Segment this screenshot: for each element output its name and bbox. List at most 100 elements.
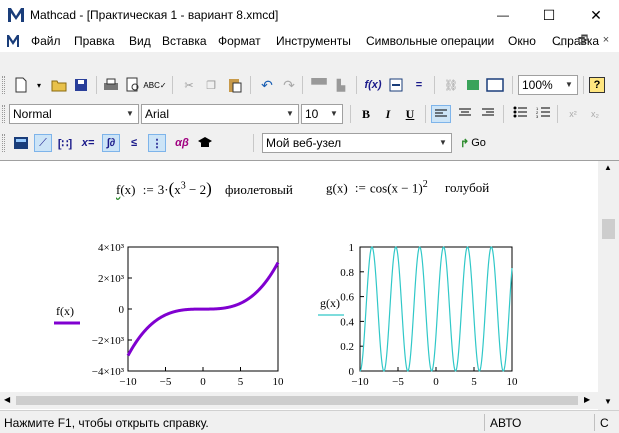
- evaluation-icon[interactable]: x=: [79, 134, 97, 152]
- g-body: cos(x − 1): [369, 180, 423, 196]
- print-preview-icon[interactable]: [124, 76, 142, 94]
- vertical-scroll-thumb[interactable]: [602, 219, 615, 239]
- numbering-button[interactable]: 123: [533, 105, 553, 123]
- x-tick-label: −5: [160, 376, 172, 388]
- toolbar-grip[interactable]: [2, 76, 5, 94]
- f-color-note: фиолетовый: [225, 182, 293, 197]
- maximize-icon: ☐: [542, 6, 556, 23]
- graph-icon[interactable]: ⟋: [34, 134, 52, 152]
- resource-icon[interactable]: [464, 76, 482, 94]
- bullets-button[interactable]: [510, 105, 530, 123]
- menu-item-tools[interactable]: Инструменты: [276, 34, 351, 48]
- spellcheck-icon[interactable]: ABC✓: [143, 76, 166, 94]
- f-trace-line: [126, 261, 280, 357]
- font-size-select[interactable]: 10 ▼: [301, 104, 343, 124]
- chevron-down-icon: ▼: [330, 109, 338, 118]
- menu-item-edit[interactable]: Правка: [74, 34, 115, 48]
- toolbar-grip[interactable]: [2, 105, 5, 123]
- copy-icon[interactable]: ❐: [202, 76, 220, 94]
- subscript-button[interactable]: x₂: [585, 105, 605, 123]
- y-tick-label: 4×10³: [98, 242, 125, 254]
- scroll-down-icon[interactable]: ▼: [604, 397, 612, 406]
- g-x-tick-labels: −10 −5 0 5 10: [351, 367, 518, 388]
- toolbar-grip[interactable]: [2, 134, 5, 152]
- programming-icon[interactable]: ⋮: [148, 134, 166, 152]
- toolbar-separator: [512, 76, 513, 94]
- g-plot[interactable]: 1 0.8 0.6 0.4 0.2 0 −10 −5 0 5 10 g(x): [318, 239, 538, 399]
- document-logo-icon[interactable]: [6, 34, 20, 48]
- x-tick-label: 0: [433, 376, 439, 388]
- paste-icon[interactable]: [226, 76, 244, 94]
- component-icon[interactable]: ⛓: [442, 76, 460, 94]
- align-left-button[interactable]: [431, 105, 451, 123]
- g-assign: :=: [354, 180, 366, 196]
- x-tick-label: 5: [471, 376, 477, 388]
- undo-icon[interactable]: ↶: [258, 76, 276, 94]
- scroll-right-icon[interactable]: ▶: [584, 395, 590, 404]
- region-icon[interactable]: [486, 76, 504, 94]
- scroll-left-icon[interactable]: ◀: [4, 395, 10, 404]
- doc-close-button[interactable]: ×: [598, 32, 614, 48]
- web-address-select[interactable]: Мой веб-узел ▼: [262, 133, 452, 153]
- f-plot[interactable]: 4×10³2×10³0−2×10³−4×10³ −10 −5 0 5 10 f(x): [50, 239, 350, 399]
- align-center-button[interactable]: [455, 105, 475, 123]
- open-icon[interactable]: [50, 76, 68, 94]
- symbolic-icon[interactable]: [196, 134, 214, 152]
- go-button[interactable]: ↱ Go: [460, 134, 496, 152]
- matrix-icon[interactable]: [∷]: [56, 134, 74, 152]
- toolbar-separator: [434, 76, 435, 94]
- menu-item-file[interactable]: Файл: [31, 34, 61, 48]
- italic-button[interactable]: I: [378, 105, 398, 123]
- boolean-icon[interactable]: ≤: [125, 134, 143, 152]
- bold-button[interactable]: B: [356, 105, 376, 123]
- insert-unit-icon[interactable]: [388, 76, 406, 94]
- print-icon[interactable]: [102, 76, 120, 94]
- minimize-button[interactable]: —: [480, 0, 526, 30]
- close-button[interactable]: ✕: [573, 0, 619, 30]
- menu-item-window[interactable]: Окно: [508, 34, 536, 48]
- close-icon: ✕: [590, 6, 602, 23]
- horizontal-scrollbar[interactable]: ◀ ▶: [0, 392, 598, 409]
- g-definition[interactable]: g(x) := cos(x − 1)2 голубой: [326, 179, 489, 196]
- align-icon[interactable]: ▀▀: [310, 76, 328, 94]
- y-tick-label: 0.4: [340, 316, 354, 328]
- go-arrow-icon: ↱: [460, 137, 470, 150]
- menu-item-format[interactable]: Формат: [218, 34, 261, 48]
- calculus-icon[interactable]: ∫∂: [102, 134, 120, 152]
- calculate-icon[interactable]: =: [410, 76, 428, 94]
- greek-icon[interactable]: αβ: [171, 134, 193, 152]
- f-arg: (x): [120, 182, 136, 197]
- menu-item-view[interactable]: Вид: [129, 34, 151, 48]
- toolbar-separator: [302, 76, 303, 94]
- new-icon[interactable]: [12, 76, 30, 94]
- g-trace-line: [359, 246, 513, 372]
- underline-button[interactable]: U: [400, 105, 420, 123]
- horizontal-scroll-thumb[interactable]: [16, 396, 578, 405]
- align-right-button[interactable]: [478, 105, 498, 123]
- new-dropdown-icon[interactable]: ▾: [30, 76, 48, 94]
- x-tick-label: 10: [273, 376, 285, 388]
- help-icon[interactable]: ?: [589, 77, 605, 93]
- worksheet-area: f(x) := 3·(x3 − 2) фиолетовый g(x) := cos(…: [0, 160, 619, 411]
- zoom-select[interactable]: 100% ▼: [518, 75, 578, 95]
- doc-minimize-button[interactable]: _: [552, 32, 568, 48]
- menu-item-insert[interactable]: Вставка: [162, 34, 207, 48]
- maximize-button[interactable]: ☐: [526, 0, 572, 30]
- window-title: Mathcad - [Практическая 1 - вариант 8.xm…: [30, 8, 279, 22]
- style-select[interactable]: Normal ▼: [9, 104, 139, 124]
- worksheet[interactable]: f(x) := 3·(x3 − 2) фиолетовый g(x) := cos(…: [0, 161, 598, 411]
- redo-icon[interactable]: ↷: [280, 76, 298, 94]
- font-select[interactable]: Arial ▼: [141, 104, 299, 124]
- insert-function-icon[interactable]: f(x): [364, 76, 382, 94]
- style-value: Normal: [13, 107, 52, 121]
- align-down-icon[interactable]: ▙: [332, 76, 350, 94]
- scroll-up-icon[interactable]: ▲: [604, 163, 612, 172]
- save-icon[interactable]: [72, 76, 90, 94]
- superscript-button[interactable]: x²: [563, 105, 583, 123]
- menu-item-symbolics[interactable]: Символьные операции: [366, 34, 494, 48]
- doc-restore-button[interactable]: 🗗: [575, 32, 591, 48]
- vertical-scrollbar[interactable]: ▲ ▼: [598, 161, 619, 411]
- cut-icon[interactable]: ✂: [180, 76, 198, 94]
- calculator-icon[interactable]: [12, 134, 30, 152]
- f-definition[interactable]: f(x) := 3·(x3 − 2) фиолетовый: [116, 179, 293, 199]
